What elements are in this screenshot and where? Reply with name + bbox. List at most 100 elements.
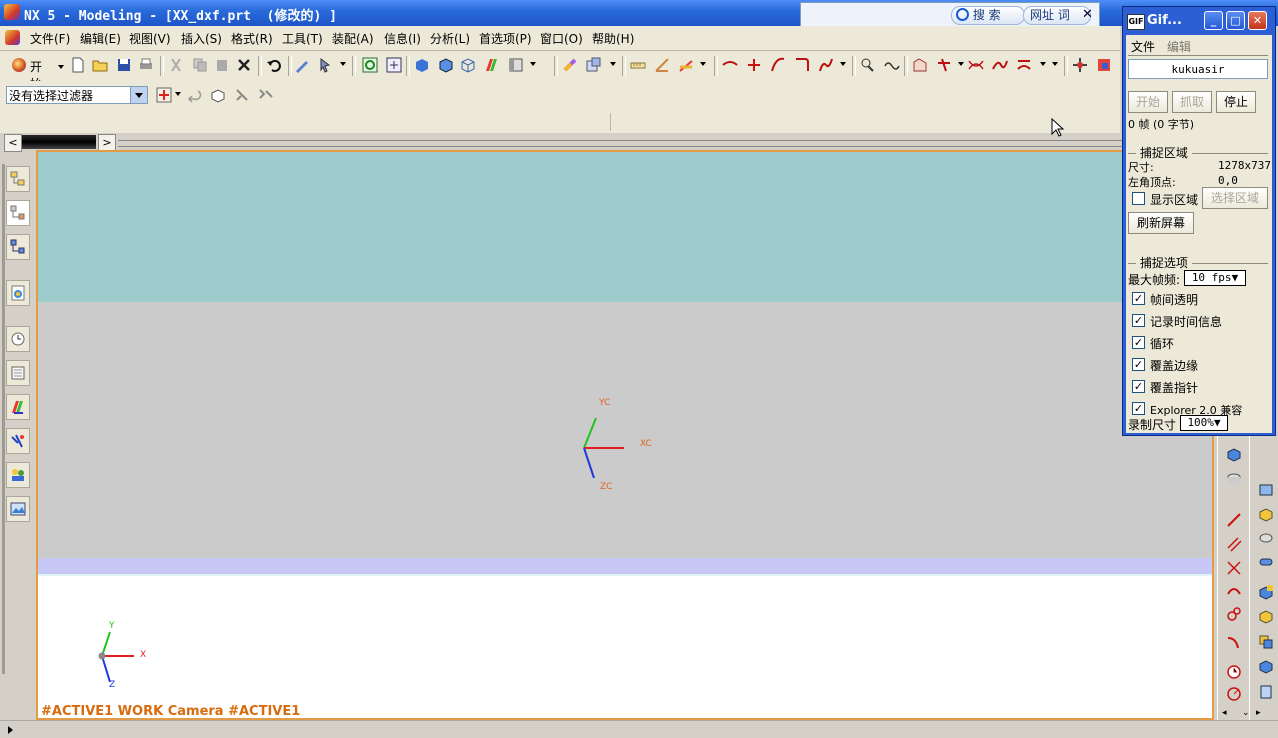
sketch-icon[interactable] — [912, 57, 928, 73]
minimize-button[interactable]: _ — [1204, 11, 1223, 30]
stop-capture-button[interactable]: 停止 — [1216, 91, 1256, 113]
dropdown-icon[interactable] — [530, 62, 536, 66]
pattern-feature-icon[interactable] — [1258, 584, 1274, 600]
menu-analysis[interactable]: 分析(L) — [430, 30, 470, 47]
dropdown-icon[interactable] — [1052, 62, 1058, 66]
new-file-icon[interactable] — [70, 57, 86, 73]
cut-icon[interactable] — [168, 57, 184, 73]
face-analysis-icon[interactable] — [484, 57, 500, 73]
offset-curve-icon[interactable] — [818, 57, 834, 73]
menu-insert[interactable]: 插入(S) — [181, 30, 222, 47]
search-button[interactable]: 搜 索 — [951, 6, 1025, 25]
project-curve-icon[interactable] — [1016, 57, 1032, 73]
history-icon[interactable] — [6, 326, 30, 352]
wave-curve-icon[interactable] — [884, 57, 900, 73]
paste-icon[interactable] — [214, 57, 230, 73]
menu-view[interactable]: 视图(V) — [129, 30, 171, 47]
scroll-right-icon[interactable]: ▸ — [1256, 708, 1261, 718]
wireframe-view-icon[interactable] — [460, 57, 476, 73]
menu-window[interactable]: 窗口(O) — [540, 30, 583, 47]
edit-curve-icon[interactable] — [860, 57, 876, 73]
dropdown-icon[interactable] — [1040, 62, 1046, 66]
measure-distance-icon[interactable] — [630, 57, 646, 73]
menu-information[interactable]: 信息(I) — [384, 30, 421, 47]
scroll-up-icon[interactable]: ◂ — [1222, 708, 1227, 718]
dropdown-icon[interactable] — [840, 62, 846, 66]
print-icon[interactable] — [138, 57, 154, 73]
dropdown-icon[interactable] — [340, 62, 346, 66]
dropdown-icon[interactable] — [175, 92, 181, 96]
system-materials-icon[interactable] — [6, 360, 30, 386]
menu-help[interactable]: 帮助(H) — [592, 30, 634, 47]
dropdown-icon[interactable] — [958, 62, 964, 66]
record-size-select[interactable]: 100%▼ — [1180, 415, 1228, 431]
copy-icon[interactable] — [192, 57, 208, 73]
show-area-checkbox[interactable] — [1132, 192, 1145, 205]
join-curve-icon[interactable] — [992, 57, 1008, 73]
work-layer-icon[interactable] — [586, 57, 602, 73]
gif-menu-edit[interactable]: 编辑 — [1167, 38, 1191, 55]
select-feature-icon[interactable] — [210, 87, 226, 103]
menu-assembly[interactable]: 装配(A) — [332, 30, 374, 47]
intersect-line-icon[interactable] — [1226, 560, 1242, 576]
selection-scope-icon[interactable] — [156, 87, 172, 103]
block-feature-icon[interactable] — [1226, 446, 1242, 462]
analysis-icon[interactable] — [678, 57, 694, 73]
close-button[interactable]: ✕ — [1248, 11, 1267, 30]
boolean-feature-icon[interactable] — [1258, 634, 1274, 650]
cover-pointer-checkbox[interactable]: ✓ — [1132, 380, 1145, 393]
select-body-icon[interactable] — [234, 87, 250, 103]
gif-name-field[interactable]: kukuasir — [1128, 59, 1268, 79]
snap-point-icon[interactable] — [1072, 57, 1088, 73]
close-icon[interactable]: ✕ — [1080, 7, 1095, 22]
inter-frame-transparency-checkbox[interactable]: ✓ — [1132, 292, 1145, 305]
line-tool-icon[interactable] — [1226, 512, 1242, 528]
refresh-view-icon[interactable] — [362, 57, 378, 73]
view-orientation-icon[interactable] — [508, 57, 524, 73]
revolve-feature-icon[interactable] — [1258, 530, 1274, 546]
circle-tool-icon[interactable] — [1226, 606, 1242, 622]
process-studio-icon[interactable] — [6, 428, 30, 454]
gif-menu-file[interactable]: 文件 — [1131, 38, 1155, 55]
start-capture-button[interactable]: 开始 — [1128, 91, 1168, 113]
layer-icon[interactable] — [562, 57, 578, 73]
delete-icon[interactable] — [236, 57, 252, 73]
nx-app-icon[interactable] — [4, 4, 20, 20]
undo-icon[interactable] — [266, 57, 282, 73]
constraint-navigator-icon[interactable] — [6, 200, 30, 226]
extrude-feature-icon[interactable] — [1258, 506, 1274, 522]
part-navigator-icon[interactable] — [6, 234, 30, 260]
explorer-compat-checkbox[interactable]: ✓ — [1132, 402, 1145, 415]
menu-preferences[interactable]: 首选项(P) — [479, 30, 532, 47]
tab-scroll-bar[interactable] — [22, 135, 96, 149]
graphics-window[interactable]: YC XC ZC Y X Z #ACTIVE1 WORK Camera #ACT… — [36, 150, 1214, 720]
menu-edit[interactable]: 编辑(E) — [80, 30, 121, 47]
refresh-screen-button[interactable]: 刷新屏幕 — [1128, 212, 1194, 234]
menu-app-icon[interactable] — [5, 30, 20, 45]
select-component-icon[interactable] — [258, 87, 274, 103]
trim-icon[interactable] — [936, 57, 952, 73]
menu-format[interactable]: 格式(R) — [231, 30, 273, 47]
open-folder-icon[interactable] — [92, 57, 108, 73]
chevron-down-icon[interactable]: ⌄ — [1242, 708, 1250, 718]
select-area-button[interactable]: 选择区域 — [1202, 187, 1268, 209]
bridge-curve-icon[interactable] — [968, 57, 984, 73]
save-icon[interactable] — [116, 57, 132, 73]
roles-icon[interactable] — [6, 462, 30, 488]
max-fps-select[interactable]: 10 fps▼ — [1184, 270, 1246, 286]
pointer-tool-icon[interactable] — [318, 57, 334, 73]
transform-icon[interactable] — [1096, 57, 1112, 73]
grab-frame-button[interactable]: 抓取 — [1172, 91, 1212, 113]
spline-icon[interactable] — [770, 57, 786, 73]
menu-tools[interactable]: 工具(T) — [282, 30, 323, 47]
chamfer-tool-icon[interactable] — [1226, 634, 1242, 650]
record-timing-checkbox[interactable]: ✓ — [1132, 314, 1145, 327]
line-icon[interactable] — [746, 57, 762, 73]
maximize-button[interactable]: □ — [1226, 11, 1245, 30]
wcs-triad[interactable] — [578, 412, 628, 482]
fillet-icon[interactable] — [794, 57, 810, 73]
loop-checkbox[interactable]: ✓ — [1132, 336, 1145, 349]
select-tool-icon[interactable] — [294, 57, 310, 73]
dropdown-icon[interactable] — [700, 62, 706, 66]
back-arrow-icon[interactable] — [186, 87, 202, 103]
